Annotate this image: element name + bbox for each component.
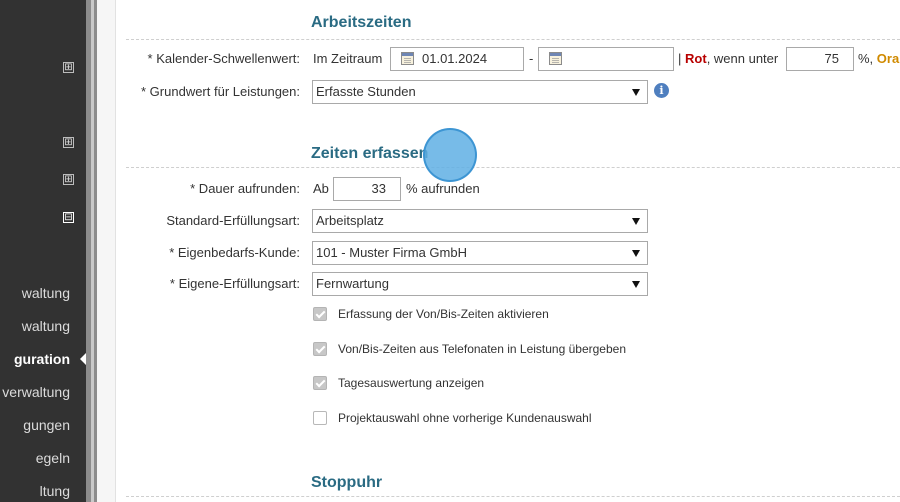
checkbox-label: Von/Bis-Zeiten aus Telefonaten in Leistu… (338, 342, 626, 356)
eigene-erfuellungsart-label: * Eigene-Erfüllungsart: (169, 276, 300, 291)
expand-icon[interactable]: ⊞ (63, 137, 74, 148)
pipe-separator: | (678, 51, 682, 66)
sidebar-item-verwaltung-2[interactable]: waltung (0, 313, 86, 339)
dauer-prefix: Ab (313, 181, 329, 196)
chevron-down-icon (632, 89, 640, 96)
eigene-erfuellungsart-select[interactable]: Fernwartung (312, 272, 648, 296)
checkbox-label: Erfassung der Von/Bis-Zeiten aktivieren (338, 307, 549, 321)
checkbox-label: Projektauswahl ohne vorherige Kundenausw… (338, 411, 592, 425)
section-divider (126, 39, 900, 40)
dauer-suffix: % aufrunden (406, 181, 480, 196)
projektauswahl-checkbox[interactable] (313, 411, 327, 425)
chevron-down-icon (632, 250, 640, 257)
date-separator: - (529, 51, 534, 66)
eigenbedarfs-kunde-label: * Eigenbedarfs-Kunde: (169, 245, 300, 260)
sidebar-item-haltung[interactable]: ltung (0, 478, 86, 502)
standard-erfuellungsart-select[interactable]: Arbeitsplatz (312, 209, 648, 233)
info-icon[interactable]: i (654, 83, 669, 98)
chevron-down-icon (632, 218, 640, 225)
dauer-input[interactable]: 33 (333, 177, 401, 201)
section-divider (126, 167, 900, 168)
section-divider (126, 496, 900, 497)
kalender-schwellenwert-label: * Kalender-Schwellenwert: (147, 51, 300, 66)
red-threshold-text: , wenn unter (706, 51, 779, 66)
grundwert-select[interactable]: Erfasste Stunden (312, 80, 648, 104)
date-to-input[interactable] (538, 47, 674, 71)
red-label: Rot (685, 51, 707, 66)
calendar-icon[interactable] (549, 52, 562, 65)
sidebar-item-label: verwaltung (2, 384, 70, 400)
sidebar-item-label: gungen (23, 417, 70, 433)
orange-label: Ora (876, 51, 900, 66)
section-title-zeiten-erfassen: Zeiten erfassen (311, 145, 429, 162)
eigenbedarfs-kunde-select[interactable]: 101 - Muster Firma GmbH (312, 241, 648, 265)
sidebar-item-label: guration (14, 351, 70, 367)
date-from-value: 01.01.2024 (422, 51, 488, 66)
telefonate-checkbox[interactable] (313, 342, 327, 356)
grundwert-selected: Erfasste Stunden (316, 84, 416, 99)
cursor-highlight (423, 128, 477, 182)
eigene-erfuellungsart-selected: Fernwartung (316, 276, 389, 291)
tagesauswertung-checkbox[interactable] (313, 376, 327, 390)
dauer-aufrunden-label: * Dauer aufrunden: (190, 181, 300, 196)
sidebar-item-regeln[interactable]: egeln (0, 445, 86, 471)
sidebar-item-benutzerverwaltung[interactable]: verwaltung (0, 379, 86, 405)
sidebar-item-label: ltung (39, 483, 70, 499)
von-bis-zeiten-checkbox[interactable] (313, 307, 327, 321)
sidebar-item-bedingungen[interactable]: gungen (0, 412, 86, 438)
threshold-text: | Rot, wenn unter (678, 51, 778, 66)
standard-erfuellungsart-label: Standard-Erfüllungsart: (166, 213, 300, 228)
checkbox-label: Tagesauswertung anzeigen (338, 376, 485, 390)
date-from-input[interactable]: 01.01.2024 (390, 47, 524, 71)
zeitraum-prefix: Im Zeitraum (313, 51, 383, 66)
eigenbedarfs-kunde-selected: 101 - Muster Firma GmbH (316, 245, 467, 260)
standard-erfuellungsart-selected: Arbeitsplatz (316, 213, 384, 228)
sidebar-item-label: waltung (21, 318, 70, 334)
orange-threshold-text: %, Ora (858, 51, 899, 66)
sidebar-item-label: egeln (35, 450, 70, 466)
section-title-arbeitszeiten: Arbeitszeiten (311, 14, 412, 31)
red-threshold-input[interactable]: 75 (786, 47, 854, 71)
chevron-down-icon (632, 281, 640, 288)
sidebar-item-konfiguration[interactable]: guration (0, 346, 86, 372)
section-title-stoppuhr: Stoppuhr (311, 474, 383, 491)
grundwert-label: * Grundwert für Leistungen: (141, 84, 300, 99)
calendar-icon[interactable] (401, 52, 414, 65)
percent-text: %, (858, 51, 874, 66)
